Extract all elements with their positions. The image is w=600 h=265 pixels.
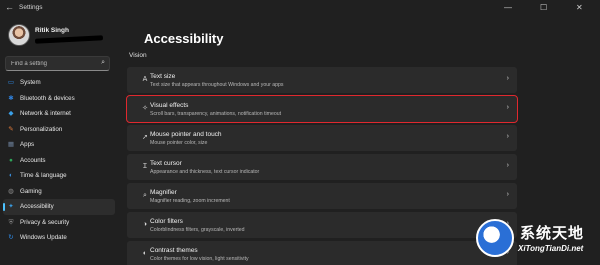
magnifier-icon: ⌕ [143, 192, 147, 199]
redacted-email [34, 35, 104, 44]
sidebar-item-network-internet[interactable]: ◆ Network & internet [3, 106, 115, 122]
sidebar-item-accessibility[interactable]: ✦ Accessibility [3, 199, 115, 215]
card-mouse-pointer-and-touch[interactable]: ➚ Mouse pointer and touch Mouse pointer co… [127, 125, 517, 151]
controller-icon: ◍ [8, 187, 14, 195]
bluetooth-icon: ✱ [8, 94, 14, 102]
search-box[interactable]: ⌕ [5, 56, 110, 71]
card-title: Text size [150, 73, 176, 80]
sidebar-item-system[interactable]: ▭ System [3, 75, 115, 91]
text-cursor-icon: Ɪ [143, 163, 147, 170]
sidebar-item-label: Gaming [20, 187, 42, 195]
card-description: Scroll bars, transparency, animations, n… [150, 111, 282, 117]
color-filters-icon: ◑ [142, 221, 148, 228]
update-icon: ↻ [8, 234, 14, 241]
maximize-button[interactable]: ☐ [540, 3, 547, 13]
sidebar-item-accounts[interactable]: ● Accounts [3, 153, 115, 169]
sidebar-item-label: Bluetooth & devices [20, 94, 75, 102]
card-description: Appearance and thickness, text cursor in… [150, 169, 260, 175]
accessibility-icon: ✦ [8, 203, 14, 210]
card-description: Mouse pointer color, size [150, 140, 208, 146]
chevron-right-icon: › [506, 133, 509, 140]
avatar[interactable] [8, 24, 30, 46]
card-description: Colorblindness filters, grayscale, inver… [150, 227, 245, 233]
card-title: Contrast themes [150, 247, 198, 254]
sidebar-nav: ▭ System ✱ Bluetooth & devices ◆ Network & in… [3, 75, 115, 246]
sidebar-item-label: Privacy & security [20, 218, 70, 226]
search-icon[interactable]: ⌕ [101, 59, 105, 67]
sidebar-item-label: Apps [20, 141, 35, 148]
sidebar-item-apps[interactable]: ▦ Apps [3, 137, 115, 153]
app-title: Settings [19, 4, 43, 11]
shield-icon: ⛨ [8, 218, 14, 226]
card-description: Text size that appears throughout Window… [150, 82, 284, 88]
text-size-icon: A [142, 76, 148, 83]
watermark-url: XiTongTianDi.net [518, 244, 584, 253]
sidebar-item-label: Windows Update [20, 234, 67, 241]
sidebar-item-label: System [20, 79, 41, 86]
user-name: Ritik Singh [35, 27, 69, 34]
sidebar-item-windows-update[interactable]: ↻ Windows Update [3, 230, 115, 246]
sidebar-item-privacy-security[interactable]: ⛨ Privacy & security [3, 215, 115, 231]
sidebar-item-bluetooth-devices[interactable]: ✱ Bluetooth & devices [3, 91, 115, 107]
card-color-filters[interactable]: ◑ Color filters Colorblindness filters, gr… [127, 212, 517, 238]
card-title: Color filters [150, 218, 183, 225]
card-text-cursor[interactable]: Ɪ Text cursor Appearance and thickness, te… [127, 154, 517, 180]
sidebar: Ritik Singh ⌕ ▭ System ✱ Bluetooth & device… [0, 18, 120, 265]
brush-icon: ✎ [8, 125, 14, 133]
title-bar: ← Settings — ☐ ✕ [0, 0, 600, 18]
sidebar-item-personalization[interactable]: ✎ Personalization [3, 122, 115, 138]
settings-card-list: A Text size Text size that appears through… [126, 67, 518, 265]
card-visual-effects[interactable]: ✧ Visual effects Scroll bars, transparency… [126, 95, 518, 123]
sidebar-item-label: Accounts [20, 156, 46, 164]
card-text-size[interactable]: A Text size Text size that appears through… [127, 67, 517, 93]
card-title: Text cursor [150, 160, 182, 167]
chevron-right-icon: › [506, 191, 509, 198]
sidebar-item-label: Time & language [20, 172, 67, 179]
card-magnifier[interactable]: ⌕ Magnifier Magnifier reading, zoom increm… [127, 183, 517, 209]
card-contrast-themes[interactable]: ◐ Contrast themes Color themes for low vis… [127, 241, 517, 265]
sidebar-item-label: Personalization [20, 125, 63, 133]
sidebar-item-gaming[interactable]: ◍ Gaming [3, 184, 115, 200]
card-description: Color themes for low vision, light sensi… [150, 256, 249, 262]
card-description: Magnifier reading, zoom increment [150, 198, 230, 204]
contrast-icon: ◐ [142, 250, 148, 257]
wifi-icon: ◆ [8, 110, 14, 117]
close-button[interactable]: ✕ [576, 3, 583, 13]
sidebar-item-label: Network & internet [20, 110, 71, 117]
watermark-globe-icon [476, 219, 514, 257]
watermark-text: 系统天地 [520, 225, 585, 242]
person-icon: ● [9, 156, 13, 164]
page-title: Accessibility [144, 31, 224, 46]
chevron-right-icon: › [506, 162, 509, 169]
visual-effects-icon: ✧ [142, 105, 148, 112]
minimize-button[interactable]: — [504, 3, 512, 13]
sidebar-item-time-language[interactable]: ◐ Time & language [3, 168, 115, 184]
card-title: Magnifier [150, 189, 177, 196]
card-title: Visual effects [150, 102, 189, 109]
chevron-right-icon: › [506, 104, 509, 111]
chevron-right-icon: › [506, 75, 509, 82]
watermark-logo: 系统天地 XiTongTianDi.net [474, 217, 598, 263]
card-title: Mouse pointer and touch [150, 131, 222, 138]
back-arrow-icon[interactable]: ← [5, 2, 14, 12]
search-input[interactable] [11, 59, 96, 69]
sidebar-item-label: Accessibility [20, 203, 54, 210]
mouse-pointer-icon: ➚ [142, 134, 148, 141]
monitor-icon: ▭ [7, 79, 15, 86]
apps-icon: ▦ [7, 141, 15, 148]
globe-icon: ◐ [9, 172, 13, 179]
section-label-vision: Vision [129, 52, 147, 59]
